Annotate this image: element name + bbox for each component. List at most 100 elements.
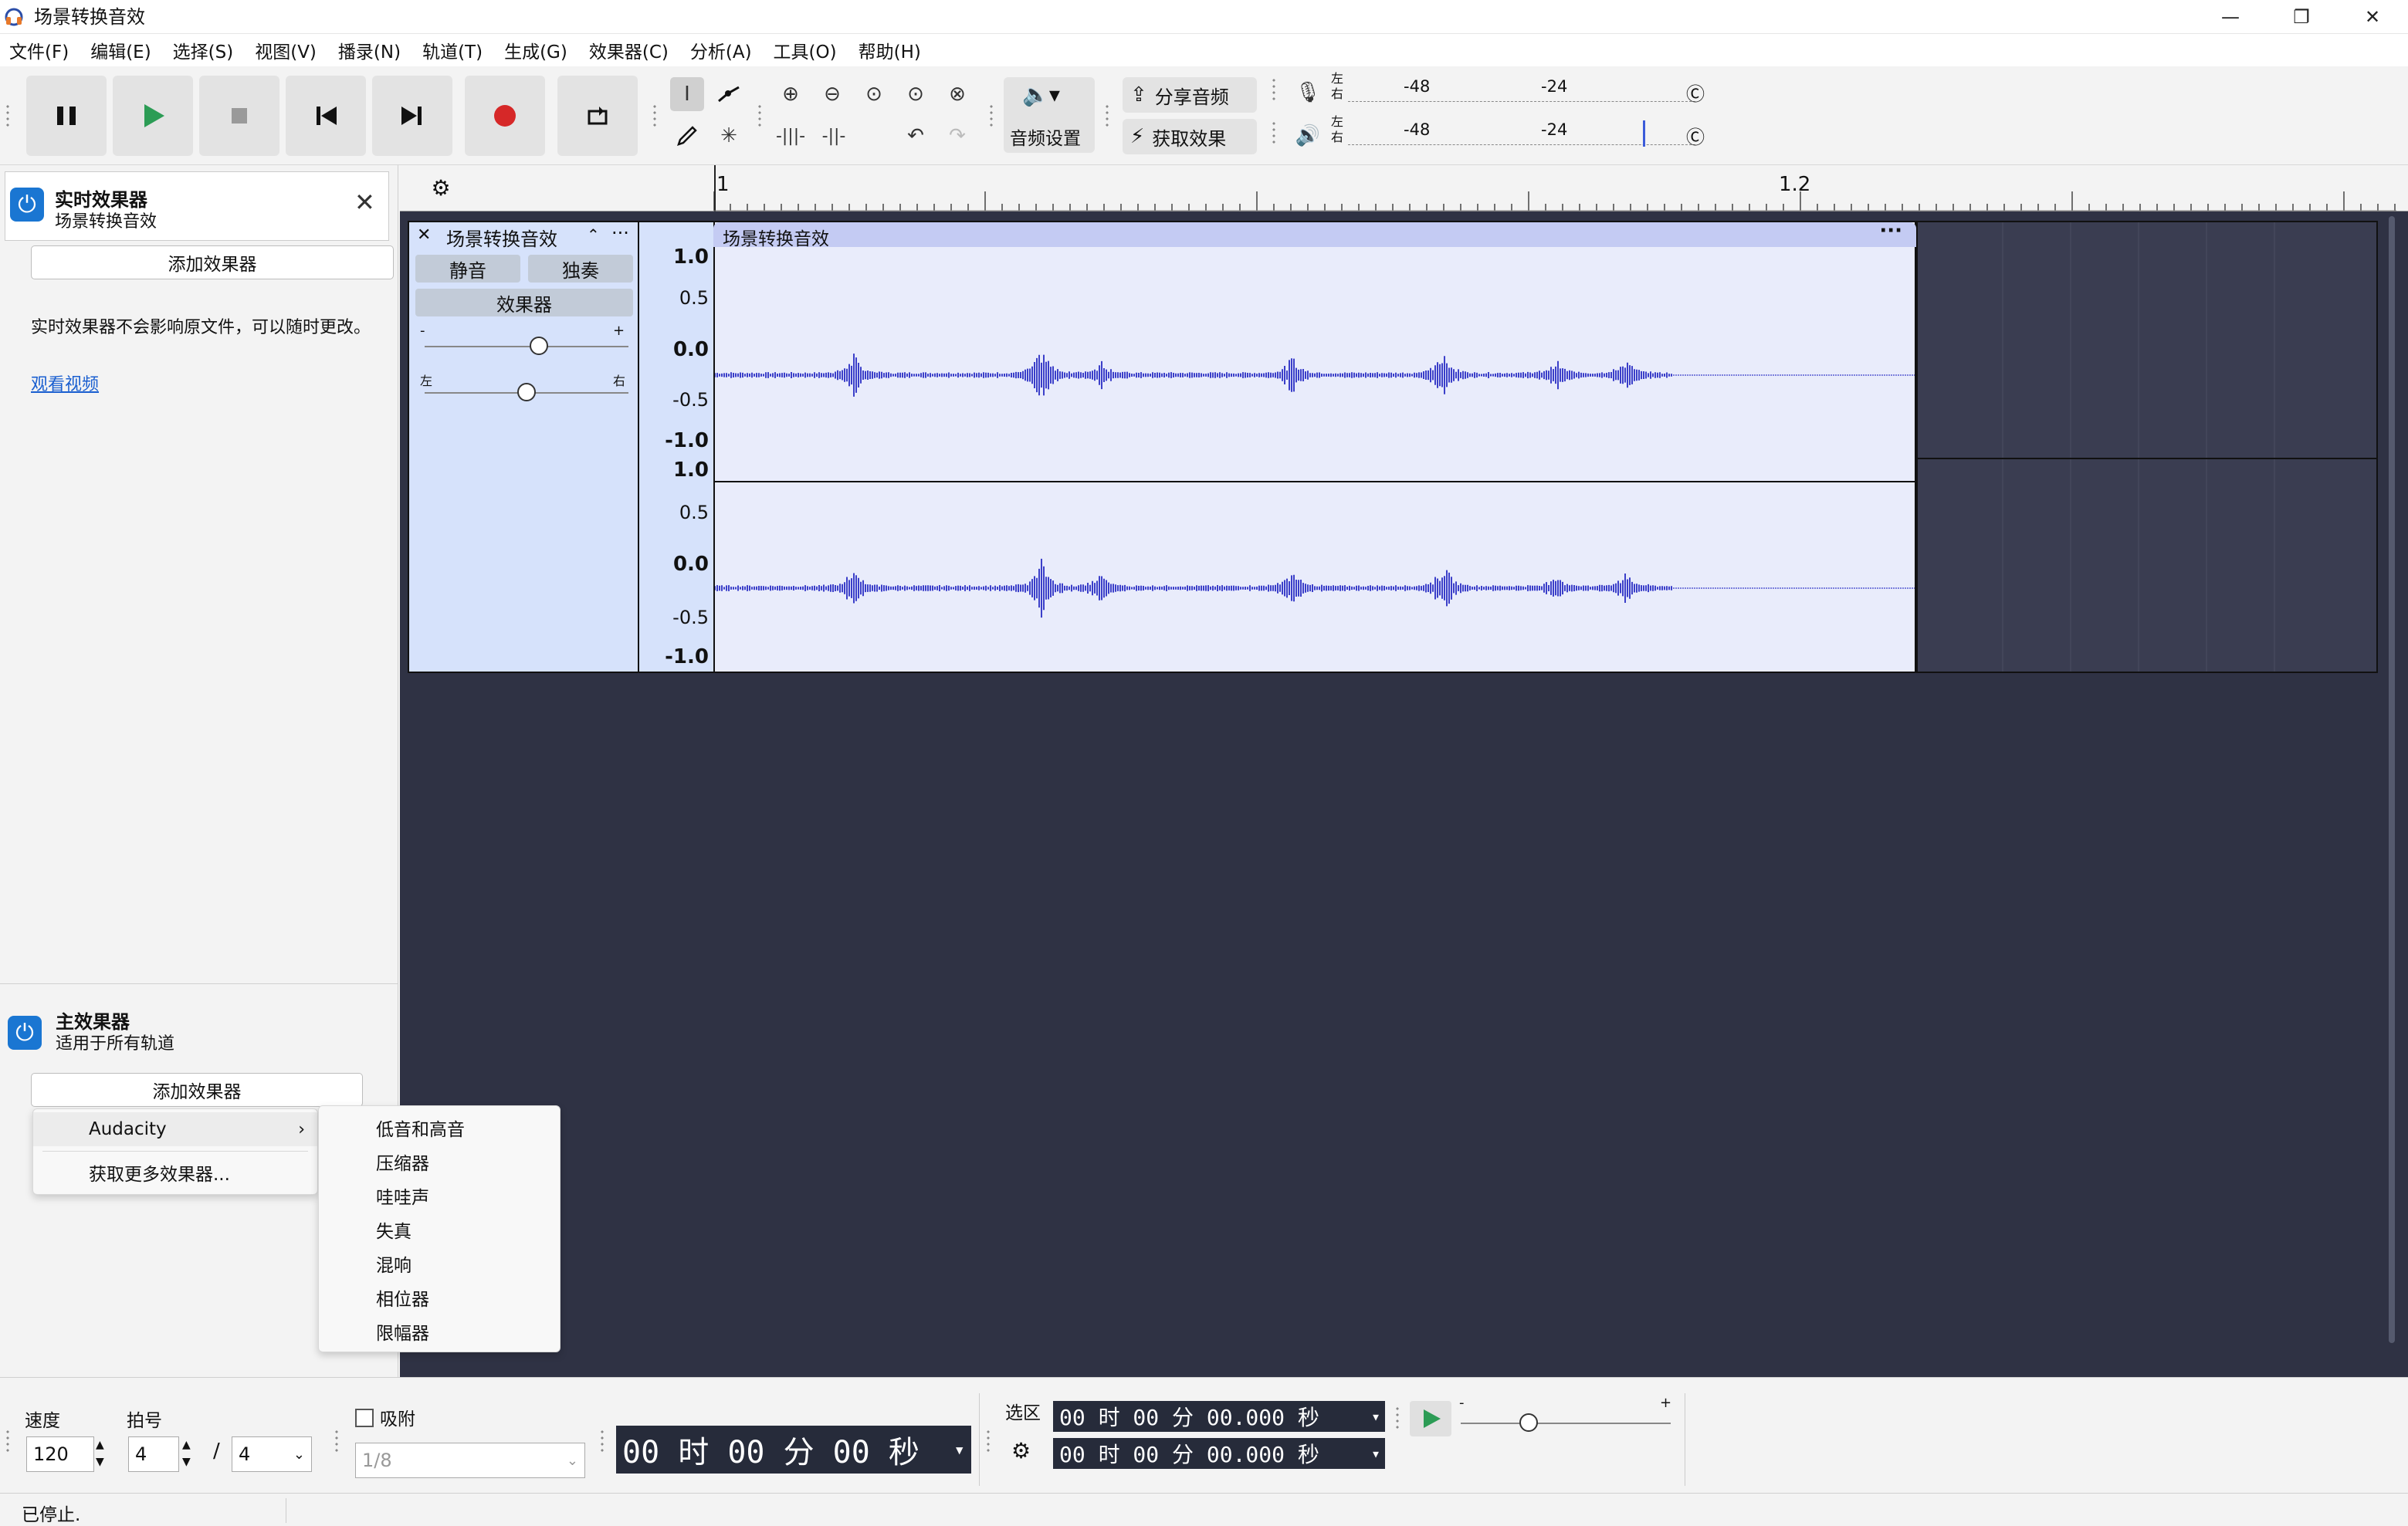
menu-item-compressor[interactable]: 压缩器 xyxy=(319,1145,560,1179)
stop-button[interactable] xyxy=(199,76,279,156)
menu-edit[interactable]: 编辑(E) xyxy=(89,37,152,63)
watch-video-link[interactable]: 观看视频 xyxy=(31,371,99,395)
meter-reset-icon[interactable]: Ⓒ xyxy=(1686,122,1705,149)
multi-tool-button[interactable]: ✳ xyxy=(712,119,746,153)
redo-button[interactable]: ↷ xyxy=(940,119,974,153)
collapse-track-icon[interactable]: ⌃ xyxy=(587,225,600,244)
gear-icon[interactable]: ⚙ xyxy=(426,173,456,202)
record-meter[interactable]: 左 右 -48 -24 Ⓒ xyxy=(1331,73,1717,107)
menu-help[interactable]: 帮助(H) xyxy=(857,37,923,63)
close-icon[interactable]: ✕ xyxy=(354,188,375,217)
power-icon[interactable]: ⏻ xyxy=(10,188,44,222)
toolbar-grip[interactable] xyxy=(1394,1406,1400,1432)
menu-item-phaser[interactable]: 相位器 xyxy=(319,1281,560,1315)
amplitude-ruler[interactable]: 1.0 0.5 0.0 -0.5 -1.0 1.0 0.5 0.0 -0.5 -… xyxy=(639,221,713,673)
zoom-out-button[interactable]: ⊖ xyxy=(815,77,849,111)
zoom-toggle-button[interactable]: ⊗ xyxy=(940,77,974,111)
clip-menu-icon[interactable]: ··· xyxy=(1879,219,1902,242)
menu-item-get-more-effects[interactable]: 获取更多效果器... xyxy=(33,1155,317,1189)
meter-denominator-select[interactable]: 4 ⌄ xyxy=(232,1436,312,1472)
track-effects-button[interactable]: 效果器 xyxy=(415,289,633,316)
pause-button[interactable] xyxy=(26,76,107,156)
skip-to-end-button[interactable] xyxy=(372,76,452,156)
toolbar-grip[interactable] xyxy=(5,103,11,130)
meter-spinner-icon[interactable]: ▲ ▼ xyxy=(182,1436,191,1470)
menu-item-distortion[interactable]: 失真 xyxy=(319,1213,560,1247)
envelope-tool-button[interactable] xyxy=(712,77,746,111)
menu-tools[interactable]: 工具(O) xyxy=(772,37,838,63)
trim-button[interactable]: -|||- xyxy=(774,119,808,153)
selection-start-field[interactable]: 00 时 00 分 00.000 秒 ▾ xyxy=(1053,1401,1385,1432)
clip-name[interactable]: 场景转换音效 xyxy=(723,224,829,250)
gain-slider-thumb[interactable] xyxy=(530,337,548,355)
menu-select[interactable]: 选择(S) xyxy=(171,37,235,63)
minimize-button[interactable]: — xyxy=(2195,0,2266,34)
menu-file[interactable]: 文件(F) xyxy=(8,37,70,63)
meter-numerator-input[interactable]: 4 xyxy=(128,1436,179,1472)
solo-button[interactable]: 独奏 xyxy=(528,255,633,283)
gear-icon[interactable]: ⚙ xyxy=(1011,1438,1039,1466)
share-audio-button[interactable]: ⇪ 分享音频 xyxy=(1123,77,1257,113)
menu-transport[interactable]: 播录(N) xyxy=(337,37,402,63)
maximize-button[interactable]: ❐ xyxy=(2266,0,2337,34)
zoom-in-button[interactable]: ⊕ xyxy=(774,77,808,111)
add-realtime-effect-button[interactable]: 添加效果器 xyxy=(31,245,394,279)
toolbar-grip[interactable] xyxy=(599,1429,605,1455)
empty-track-lane[interactable] xyxy=(1916,221,2378,673)
menu-item-reverb[interactable]: 混响 xyxy=(319,1247,560,1281)
toolbar-grip[interactable] xyxy=(1104,103,1110,130)
add-master-effect-button[interactable]: 添加效果器 xyxy=(31,1073,363,1107)
power-icon[interactable]: ⏻ xyxy=(8,1016,42,1050)
pan-slider-thumb[interactable] xyxy=(517,383,536,401)
playback-meter-button[interactable]: 🔊 xyxy=(1291,119,1325,153)
audio-clip[interactable] xyxy=(713,221,1916,673)
close-window-button[interactable]: ✕ xyxy=(2337,0,2408,34)
playback-meter[interactable]: 左 右 -48 -24 Ⓒ xyxy=(1331,116,1717,150)
track-control-panel[interactable]: ✕ 场景转换音效 ⌃ ··· 静音 独奏 效果器 - + 左 右 xyxy=(408,221,639,673)
close-track-icon[interactable]: ✕ xyxy=(417,225,431,245)
play-button[interactable] xyxy=(113,76,193,156)
audio-setup-button[interactable]: 🔈▾ 音频设置 xyxy=(1004,77,1095,153)
toolbar-grip[interactable] xyxy=(988,103,994,130)
snap-select[interactable]: 1/8 ⌄ xyxy=(355,1443,585,1478)
menu-item-limiter[interactable]: 限幅器 xyxy=(319,1315,560,1348)
menu-effects[interactable]: 效果器(C) xyxy=(588,37,670,63)
meter-reset-icon[interactable]: Ⓒ xyxy=(1686,79,1705,106)
time-display[interactable]: 00 时 00 分 00 秒 ▾ xyxy=(616,1426,971,1474)
draw-tool-button[interactable] xyxy=(670,119,704,153)
selection-end-field[interactable]: 00 时 00 分 00.000 秒 ▾ xyxy=(1053,1438,1385,1469)
toolbar-grip[interactable] xyxy=(5,1429,11,1455)
toolbar-grip[interactable] xyxy=(1271,77,1277,103)
tempo-input[interactable]: 120 xyxy=(26,1436,94,1472)
loop-button[interactable] xyxy=(557,76,638,156)
toolbar-grip[interactable] xyxy=(757,103,763,130)
speed-slider-thumb[interactable] xyxy=(1519,1413,1538,1432)
undo-button[interactable]: ↶ xyxy=(899,119,933,153)
mute-button[interactable]: 静音 xyxy=(415,255,520,283)
menu-item-wahwah[interactable]: 哇哇声 xyxy=(319,1179,560,1213)
menu-view[interactable]: 视图(V) xyxy=(253,37,318,63)
get-effects-button[interactable]: ⚡ 获取效果 xyxy=(1123,119,1257,154)
tempo-spinner-icon[interactable]: ▲ ▼ xyxy=(96,1436,104,1470)
menu-tracks[interactable]: 轨道(T) xyxy=(421,37,484,63)
play-at-speed-button[interactable] xyxy=(1410,1401,1451,1436)
skip-to-start-button[interactable] xyxy=(286,76,366,156)
vertical-scrollbar[interactable] xyxy=(2389,216,2395,1343)
menu-analyze[interactable]: 分析(A) xyxy=(689,37,754,63)
track-name[interactable]: 场景转换音效 xyxy=(446,224,557,251)
fit-project-button[interactable]: ⊙ xyxy=(899,77,933,111)
menu-generate[interactable]: 生成(G) xyxy=(503,37,569,63)
toolbar-grip[interactable] xyxy=(1271,120,1277,147)
toolbar-grip[interactable] xyxy=(652,103,658,130)
clip-header[interactable]: 场景转换音效 ··· xyxy=(713,219,1916,250)
silence-button[interactable]: -||- xyxy=(817,119,851,153)
track-menu-icon[interactable]: ··· xyxy=(611,222,629,244)
menu-item-audacity[interactable]: Audacity › xyxy=(33,1112,317,1146)
toolbar-grip[interactable] xyxy=(985,1429,991,1455)
snap-checkbox[interactable] xyxy=(355,1409,374,1427)
fit-selection-button[interactable]: ⊙ xyxy=(857,77,891,111)
toolbar-grip[interactable] xyxy=(334,1429,340,1455)
menu-item-bass-treble[interactable]: 低音和高音 xyxy=(319,1111,560,1145)
record-button[interactable] xyxy=(465,76,545,156)
record-meter-button[interactable]: 🎙 xyxy=(1291,76,1325,110)
